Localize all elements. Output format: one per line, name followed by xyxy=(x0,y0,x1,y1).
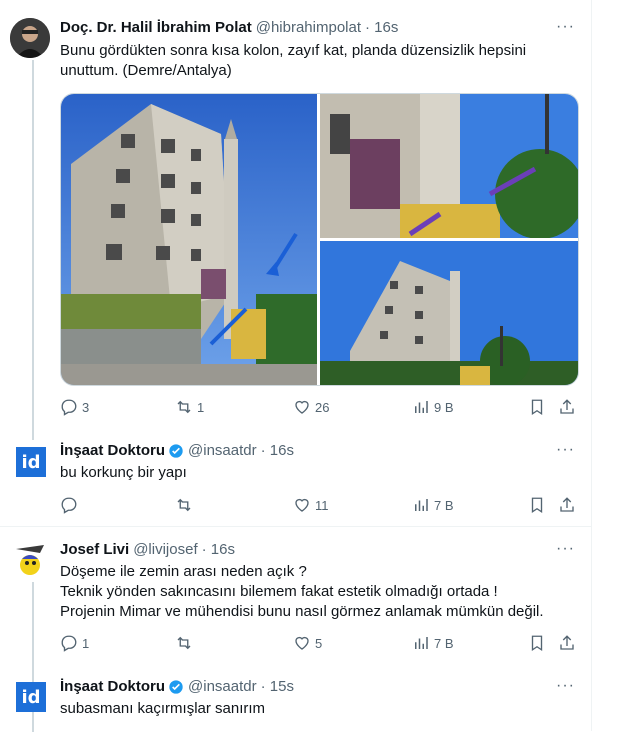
reply-icon xyxy=(61,399,77,416)
share-icon xyxy=(560,497,574,512)
photo-building-bottom-right[interactable] xyxy=(320,241,578,385)
tweet-text: Döşeme ile zemin arası neden açık ? Tekn… xyxy=(60,562,544,622)
avatar-letters: id xyxy=(21,686,41,708)
more-options-icon[interactable]: ··· xyxy=(556,441,575,459)
views-button[interactable]: 7 B xyxy=(412,634,454,652)
tweet-text: bu korkunç bir yapı xyxy=(60,463,187,483)
tweet-text-line: Döşeme ile zemin arası neden açık ? xyxy=(60,563,307,580)
retweet-button[interactable]: 1 xyxy=(175,398,204,416)
tweet-text-line: Bunu gördükten sonra kısa kolon, zayıf k… xyxy=(60,42,527,59)
reply-button[interactable]: 1 xyxy=(60,634,89,652)
timestamp[interactable]: · 16s xyxy=(261,442,294,459)
like-count: 26 xyxy=(315,399,330,415)
tweet-header: İnşaat Doktoru @insaatdr · 15s xyxy=(60,678,294,695)
retweet-icon xyxy=(177,498,191,512)
reply-count: 3 xyxy=(82,399,90,415)
reply-count: 1 xyxy=(82,635,90,651)
view-count: 9 B xyxy=(434,399,454,415)
tweet-text-line: bu korkunç bir yapı xyxy=(60,464,187,481)
photo-detail-top-right[interactable] xyxy=(320,94,578,238)
verified-badge-icon xyxy=(169,679,183,694)
author-handle[interactable]: @hibrahimpolat xyxy=(256,19,361,36)
views-icon xyxy=(415,637,428,649)
media-grid[interactable] xyxy=(60,93,579,386)
like-button[interactable]: 26 xyxy=(293,398,329,416)
timestamp[interactable]: · 15s xyxy=(261,678,294,695)
timestamp[interactable]: · 16s xyxy=(365,19,398,36)
author-handle[interactable]: @livijosef xyxy=(133,541,197,558)
like-button[interactable]: 5 xyxy=(293,634,322,652)
author-name[interactable]: İnşaat Doktoru xyxy=(60,442,165,459)
reply-icon xyxy=(61,497,77,514)
views-icon xyxy=(415,499,428,511)
tweet-actions: 11 7 B xyxy=(60,496,580,516)
tweet-text-line: Projenin Mimar ve mühendisi bunu nasıl g… xyxy=(60,603,544,620)
retweet-button[interactable] xyxy=(175,634,193,652)
share-button[interactable] xyxy=(558,496,576,514)
like-button[interactable]: 11 xyxy=(293,496,329,514)
view-count: 7 B xyxy=(434,635,454,651)
author-name[interactable]: Josef Livi xyxy=(60,541,129,558)
bookmark-icon xyxy=(531,497,543,514)
retweet-icon xyxy=(177,636,191,650)
tweet-text-line: Teknik yönden sakıncasını bilemem fakat … xyxy=(60,583,498,600)
reply-tweet[interactable]: Josef Livi @livijosef · 16s ··· Döşeme i… xyxy=(0,527,591,732)
avatar[interactable] xyxy=(10,539,50,579)
bookmark-icon xyxy=(531,635,543,652)
thread-line xyxy=(32,60,34,440)
tweet-actions: 1 5 7 B xyxy=(60,634,580,654)
avatar-letters: id xyxy=(21,451,41,473)
more-options-icon[interactable]: ··· xyxy=(556,540,575,558)
author-name[interactable]: İnşaat Doktoru xyxy=(60,678,165,695)
timestamp[interactable]: · 16s xyxy=(202,541,235,558)
tweet-main[interactable]: Doç. Dr. Halil İbrahim Polat @hibrahimpo… xyxy=(0,0,591,440)
bookmark-button[interactable] xyxy=(528,496,546,514)
reply-tweet[interactable]: id İnşaat Doktoru @insaatdr · 15s ··· su… xyxy=(0,667,591,731)
reply-icon xyxy=(61,635,77,652)
author-name[interactable]: Doç. Dr. Halil İbrahim Polat xyxy=(60,19,252,36)
like-count: 11 xyxy=(315,497,329,513)
share-icon xyxy=(560,635,574,650)
views-icon xyxy=(415,401,428,413)
share-icon xyxy=(560,399,574,414)
author-handle[interactable]: @insaatdr xyxy=(188,678,257,695)
views-button[interactable]: 9 B xyxy=(412,398,454,416)
share-button[interactable] xyxy=(558,398,576,416)
tweet-text-line: subasmanı kaçırmışlar sanırım xyxy=(60,700,266,717)
tweet-header: Josef Livi @livijosef · 16s xyxy=(60,541,235,558)
verified-badge-icon xyxy=(169,443,183,458)
bookmark-icon xyxy=(531,399,543,416)
retweet-icon xyxy=(177,400,191,414)
tweet-actions: 3 1 26 9 B xyxy=(60,398,580,418)
author-handle[interactable]: @insaatdr xyxy=(188,442,257,459)
retweet-button[interactable] xyxy=(175,496,193,514)
retweet-count: 1 xyxy=(197,399,205,415)
view-count: 7 B xyxy=(434,497,454,513)
like-count: 5 xyxy=(315,635,323,651)
reply-button[interactable] xyxy=(60,496,78,514)
more-options-icon[interactable]: ··· xyxy=(556,18,575,36)
tweet-header: Doç. Dr. Halil İbrahim Polat @hibrahimpo… xyxy=(60,19,398,36)
tweet-text: Bunu gördükten sonra kısa kolon, zayıf k… xyxy=(60,41,526,81)
reply-button[interactable]: 3 xyxy=(60,398,89,416)
bookmark-button[interactable] xyxy=(528,634,546,652)
photo-building-left[interactable] xyxy=(61,94,317,385)
tweet-header: İnşaat Doktoru @insaatdr · 16s xyxy=(60,442,294,459)
views-button[interactable]: 7 B xyxy=(412,496,454,514)
bookmark-button[interactable] xyxy=(528,398,546,416)
tweet-text: subasmanı kaçırmışlar sanırım xyxy=(60,699,265,719)
column-divider xyxy=(591,0,592,731)
avatar[interactable] xyxy=(10,18,50,58)
avatar[interactable]: id xyxy=(16,447,46,477)
reply-tweet[interactable]: id İnşaat Doktoru @insaatdr · 16s ··· bu… xyxy=(0,433,591,527)
heart-icon xyxy=(295,636,309,650)
share-button[interactable] xyxy=(558,634,576,652)
more-options-icon[interactable]: ··· xyxy=(556,677,575,695)
tweet-text-line: unuttum. (Demre/Antalya) xyxy=(60,62,232,79)
heart-icon xyxy=(295,498,309,512)
avatar[interactable]: id xyxy=(16,682,46,712)
heart-icon xyxy=(295,400,309,414)
